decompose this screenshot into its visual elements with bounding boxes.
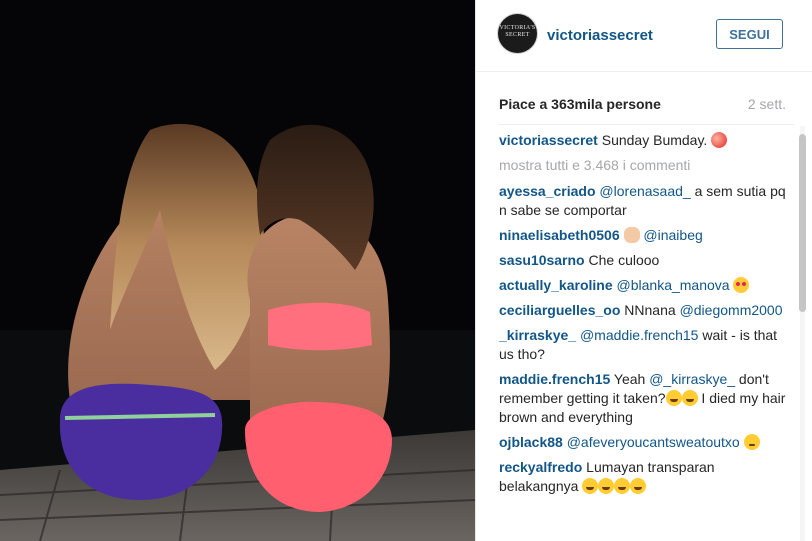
mention-link[interactable]: @afeveryoucantsweatoutxo — [567, 434, 740, 450]
comment-text: NNnana — [624, 302, 676, 318]
comment: reckyalfredo Lumayan transparan belakang… — [499, 458, 789, 496]
mention-link[interactable]: @blanka_manova — [617, 277, 730, 293]
comment: _kirraskye_ @maddie.french15 wait - is t… — [499, 326, 789, 364]
avatar-logo-text: VICTORIA'S SECRET — [499, 25, 536, 38]
post-side-panel: VICTORIA'S SECRET victoriassecret SEGUI … — [475, 0, 812, 541]
username-link[interactable]: victoriassecret — [547, 27, 653, 44]
show-all-comments-link[interactable]: mostra tutti e 3.468 i commenti — [499, 156, 789, 175]
post-photo[interactable] — [0, 0, 475, 541]
laughing-icon — [614, 478, 631, 494]
mention-link[interactable]: @lorenasaad_ — [599, 183, 690, 199]
comment-text: Yeah — [613, 371, 646, 387]
laughing-icon — [665, 390, 682, 406]
comment-user-link[interactable]: actually_karoline — [499, 277, 613, 293]
heart-eyes-icon — [733, 277, 750, 293]
comment: sasu10sarno Che culooo — [499, 251, 789, 270]
comment: actually_karoline @blanka_manova — [499, 276, 789, 295]
mention-link[interactable]: @diegomm2000 — [680, 302, 783, 318]
comments-list: victoriassecret Sunday Bumday. mostra tu… — [499, 131, 789, 502]
avatar[interactable]: VICTORIA'S SECRET — [498, 14, 537, 53]
post-header: VICTORIA'S SECRET victoriassecret SEGUI — [476, 0, 812, 72]
ok-hand-icon — [623, 227, 640, 243]
comment-user-link[interactable]: ayessa_criado — [499, 183, 596, 199]
comment-user-link[interactable]: _kirraskye_ — [499, 327, 576, 343]
comment-user-link[interactable]: reckyalfredo — [499, 459, 582, 475]
instagram-post-modal: VICTORIA'S SECRET victoriassecret SEGUI … — [0, 0, 812, 541]
comment-text: Che culooo — [588, 252, 660, 268]
caption-text: Sunday Bumday. — [601, 132, 708, 148]
comment-user-link[interactable]: maddie.french15 — [499, 371, 610, 387]
photo-illustration — [0, 0, 475, 541]
laughing-icon — [582, 478, 599, 494]
smile-icon — [743, 434, 760, 450]
caption: victoriassecret Sunday Bumday. — [499, 131, 789, 150]
comment: ninaelisabeth0506 @inaibeg — [499, 226, 789, 245]
comment: ceciliarguelles_oo NNnana @diegomm2000 — [499, 301, 789, 320]
caption-user-link[interactable]: victoriassecret — [499, 132, 598, 148]
laughing-icon — [681, 390, 698, 406]
laughing-icon — [630, 478, 647, 494]
laughing-icon — [598, 478, 615, 494]
scrollbar-thumb[interactable] — [799, 134, 806, 312]
follow-button[interactable]: SEGUI — [716, 19, 783, 49]
mention-link[interactable]: @_kirraskye_ — [649, 371, 735, 387]
post-age[interactable]: 2 sett. — [748, 96, 786, 112]
divider — [498, 124, 795, 125]
peach-icon — [711, 132, 728, 148]
comment: ojblack88 @afeveryoucantsweatoutxo — [499, 433, 789, 452]
comment-user-link[interactable]: ceciliarguelles_oo — [499, 302, 620, 318]
comment: ayessa_criado @lorenasaad_ a sem sutia p… — [499, 182, 789, 220]
mention-link[interactable]: @inaibeg — [643, 227, 702, 243]
comment-user-link[interactable]: ojblack88 — [499, 434, 563, 450]
comment-user-link[interactable]: ninaelisabeth0506 — [499, 227, 620, 243]
comments-scrollbar[interactable] — [798, 126, 807, 541]
mention-link[interactable]: @maddie.french15 — [580, 327, 699, 343]
comment-user-link[interactable]: sasu10sarno — [499, 252, 585, 268]
likes-count[interactable]: Piace a 363mila persone — [499, 96, 661, 112]
comment: maddie.french15 Yeah @_kirraskye_ don't … — [499, 370, 789, 427]
